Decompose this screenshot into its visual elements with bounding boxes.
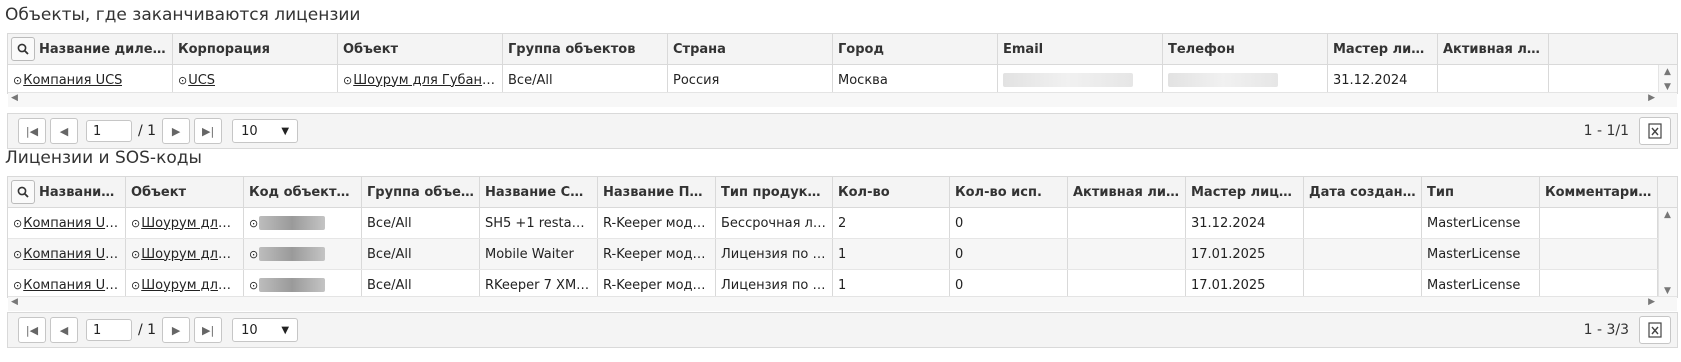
col-type[interactable]: Тип <box>1422 177 1540 207</box>
search-icon[interactable] <box>11 37 35 61</box>
cell-email <box>998 65 1163 95</box>
chevron-down-icon: ▼ <box>281 324 290 336</box>
record-range: 1 - 3/3 <box>1583 322 1629 338</box>
col-city[interactable]: Город <box>833 34 998 64</box>
redacted-object-code[interactable] <box>259 278 326 292</box>
next-page-icon[interactable]: ▶ <box>162 317 191 343</box>
navigate-circle-icon[interactable]: ⊙ <box>249 279 258 292</box>
table-row[interactable]: ⊙ Компания UCS ⊙ Шоурум для ... ⊙ Все/All … <box>8 239 1677 270</box>
vertical-scrollbar[interactable]: ▲ ▼ <box>1658 208 1677 297</box>
excel-export-icon[interactable] <box>1639 117 1671 145</box>
dealer-link[interactable]: Компания UCS <box>23 216 120 231</box>
col-qty[interactable]: Кол-во <box>833 177 950 207</box>
col-phone[interactable]: Телефон <box>1163 34 1328 64</box>
page-total: / 1 <box>138 322 157 338</box>
cell-phone <box>1163 65 1328 95</box>
cell-city: Москва <box>833 65 998 95</box>
col-comment[interactable]: Комментарий... <box>1540 177 1658 207</box>
col-master-license[interactable]: Мастер лицен... <box>1186 177 1304 207</box>
pagination-bar: |◀ ◀ 1 / 1 ▶ ▶| 10 ▼ 1 - 1/1 <box>7 113 1678 149</box>
prev-page-icon[interactable]: ◀ <box>50 118 78 144</box>
page-size-select[interactable]: 10 ▼ <box>232 318 299 342</box>
col-po-name[interactable]: Название ПО... <box>598 177 716 207</box>
grid-header: Название дилера ... Корпорация Объект Гр… <box>8 34 1677 65</box>
col-object-group[interactable]: Группа объектов <box>503 34 668 64</box>
licenses-grid: Название... Объект Код объекта ... Групп… <box>7 176 1678 301</box>
cell-group: Все/All <box>503 65 668 95</box>
page-number-input[interactable]: 1 <box>86 120 132 142</box>
col-object[interactable]: Объект <box>338 34 503 64</box>
cell-country: Россия <box>668 65 833 95</box>
col-created-date[interactable]: Дата создани... <box>1304 177 1422 207</box>
col-dealer[interactable]: Название... <box>8 177 126 207</box>
page-number-input[interactable]: 1 <box>86 319 132 341</box>
horizontal-scrollbar[interactable]: ◀ ▶ <box>8 92 1677 107</box>
navigate-circle-icon[interactable]: ⊙ <box>131 217 140 230</box>
col-dealer[interactable]: Название дилера ... <box>8 34 173 64</box>
cell-corporation: ⊙ UCS <box>173 65 338 95</box>
col-master-license[interactable]: Мастер лицен... <box>1328 34 1438 64</box>
table-row[interactable]: ⊙ Компания UCS ⊙ Шоурум для ... ⊙ Все/All … <box>8 208 1677 239</box>
navigate-circle-icon[interactable]: ⊙ <box>343 74 352 87</box>
col-country[interactable]: Страна <box>668 34 833 64</box>
col-object-group[interactable]: Группа объе... <box>362 177 480 207</box>
last-page-icon[interactable]: ▶| <box>194 118 223 144</box>
navigate-circle-icon[interactable]: ⊙ <box>131 279 140 292</box>
corporation-link[interactable]: UCS <box>188 73 215 88</box>
col-soft-name[interactable]: Название Со... <box>480 177 598 207</box>
chevron-down-icon: ▼ <box>281 125 290 137</box>
dealer-link[interactable]: Компания UCS <box>23 73 122 88</box>
last-page-icon[interactable]: ▶| <box>194 317 223 343</box>
object-link[interactable]: Шоурум для Губановой... <box>353 73 497 88</box>
record-range: 1 - 1/1 <box>1583 123 1629 139</box>
next-page-icon[interactable]: ▶ <box>162 118 191 144</box>
object-link[interactable]: Шоурум для ... <box>141 278 238 293</box>
cell-object: ⊙ Шоурум для Губановой... <box>338 65 503 95</box>
section-title-expiring-objects: Объекты, где заканчиваются лицензии <box>5 5 361 25</box>
col-object-code[interactable]: Код объекта ... <box>244 177 362 207</box>
col-product-type[interactable]: Тип продукт... <box>716 177 833 207</box>
navigate-circle-icon[interactable]: ⊙ <box>13 217 22 230</box>
object-link[interactable]: Шоурум для ... <box>141 216 238 231</box>
prev-page-icon[interactable]: ◀ <box>50 317 78 343</box>
horizontal-scrollbar[interactable]: ◀ ▶ <box>8 296 1677 311</box>
dealer-link[interactable]: Компания UCS <box>23 278 120 293</box>
navigate-circle-icon[interactable]: ⊙ <box>131 248 140 261</box>
search-icon[interactable] <box>11 180 35 204</box>
col-object[interactable]: Объект <box>126 177 244 207</box>
pagination-bar: |◀ ◀ 1 / 1 ▶ ▶| 10 ▼ 1 - 3/3 <box>7 312 1678 348</box>
object-link[interactable]: Шоурум для ... <box>141 247 238 262</box>
page-size-select[interactable]: 10 ▼ <box>232 119 299 143</box>
col-email[interactable]: Email <box>998 34 1163 64</box>
cell-active <box>1438 65 1549 95</box>
navigate-circle-icon[interactable]: ⊙ <box>13 74 22 87</box>
navigate-circle-icon[interactable]: ⊙ <box>178 74 187 87</box>
cell-master: 31.12.2024 <box>1328 65 1438 95</box>
redacted-object-code[interactable] <box>259 216 326 230</box>
section-title-licenses: Лицензии и SOS-коды <box>5 148 202 168</box>
redacted-email <box>1003 73 1133 87</box>
first-page-icon[interactable]: |◀ <box>18 317 46 343</box>
col-corporation[interactable]: Корпорация <box>173 34 338 64</box>
dealer-link[interactable]: Компания UCS <box>23 247 120 262</box>
cell-dealer: ⊙ Компания UCS <box>8 65 173 95</box>
col-active-license[interactable]: Активная лиц... <box>1438 34 1549 64</box>
expiring-objects-grid: Название дилера ... Корпорация Объект Гр… <box>7 33 1678 96</box>
excel-export-icon[interactable] <box>1639 316 1671 344</box>
redacted-phone <box>1168 73 1278 87</box>
navigate-circle-icon[interactable]: ⊙ <box>249 248 258 261</box>
navigate-circle-icon[interactable]: ⊙ <box>13 248 22 261</box>
redacted-object-code[interactable] <box>259 247 326 261</box>
vertical-scrollbar[interactable]: ▲ ▼ <box>1658 65 1677 93</box>
navigate-circle-icon[interactable]: ⊙ <box>13 279 22 292</box>
col-qty-used[interactable]: Кол-во исп. <box>950 177 1068 207</box>
grid-header: Название... Объект Код объекта ... Групп… <box>8 177 1677 208</box>
first-page-icon[interactable]: |◀ <box>18 118 46 144</box>
navigate-circle-icon[interactable]: ⊙ <box>249 217 258 230</box>
col-active-license[interactable]: Активная лиц... <box>1068 177 1186 207</box>
page-total: / 1 <box>138 123 157 139</box>
